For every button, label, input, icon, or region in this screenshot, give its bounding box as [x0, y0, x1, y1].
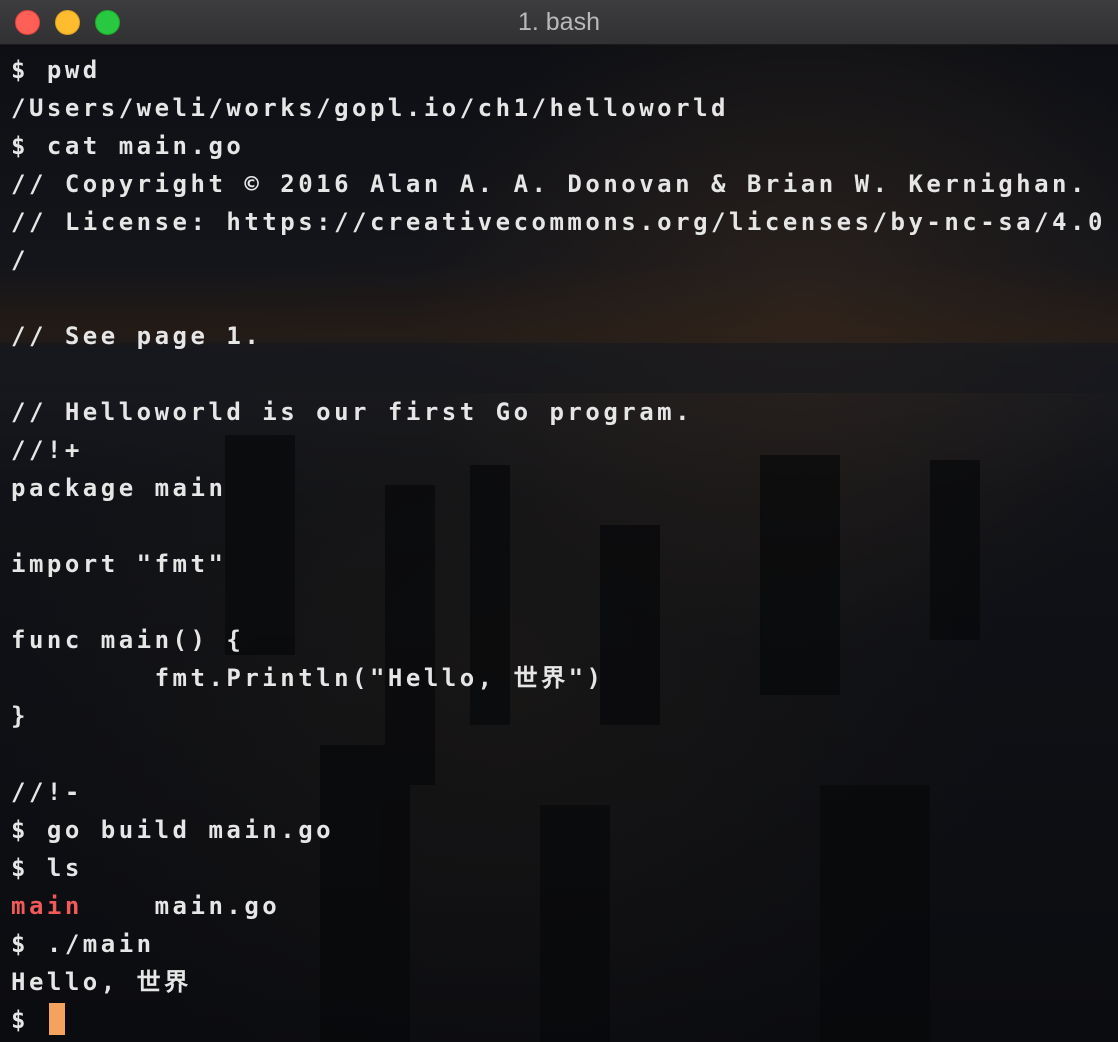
title-bar[interactable]: 1. bash — [0, 0, 1118, 45]
executable-file-name: main — [11, 892, 83, 920]
text-cursor — [48, 1003, 65, 1035]
terminal-line: //!+ — [11, 436, 83, 464]
terminal-output: $ pwd/Users/weli/works/gopl.io/ch1/hello… — [11, 51, 1111, 1039]
terminal-line: func main() { — [11, 626, 245, 654]
terminal-line: /Users/weli/works/gopl.io/ch1/helloworld — [11, 94, 729, 122]
terminal-line: $ cat main.go — [11, 132, 245, 160]
terminal-line: import "fmt" — [11, 550, 227, 578]
terminal-window: 1. bash $ pwd /Users/weli/works/gopl.io/… — [0, 0, 1118, 1042]
terminal-view[interactable]: $ pwd/Users/weli/works/gopl.io/ch1/hello… — [0, 45, 1118, 1042]
terminal-line: } — [11, 702, 29, 730]
terminal-line: //!- — [11, 778, 83, 806]
source-file-name: main.go — [154, 892, 281, 920]
output-lines: $ pwd/Users/weli/works/gopl.io/ch1/hello… — [11, 51, 1111, 887]
terminal-line: fmt.Println("Hello, 世界") — [11, 664, 605, 692]
ls-separator — [83, 892, 155, 920]
terminal-line: / — [11, 246, 29, 274]
terminal-line: $ go build main.go — [11, 816, 335, 844]
terminal-line: $ pwd — [11, 56, 101, 84]
ls-output-line: main main.go — [11, 887, 1111, 925]
terminal-line: Hello, 世界 — [11, 968, 192, 996]
terminal-line: package main — [11, 474, 227, 502]
window-title: 1. bash — [517, 8, 600, 36]
terminal-line: // Helloworld is our first Go program. — [11, 398, 694, 426]
terminal-line: // Copyright © 2016 Alan A. A. Donovan &… — [11, 170, 1088, 198]
prompt: $ — [11, 1006, 47, 1034]
prompt-line[interactable]: $ — [11, 1001, 1111, 1039]
output-lines-after: $ ./main Hello, 世界 — [11, 925, 1111, 1001]
terminal-line: $ ./main — [11, 930, 155, 958]
terminal-line: // See page 1. — [11, 322, 263, 350]
terminal-line: // License: https://creativecommons.org/… — [11, 208, 1106, 236]
terminal-line: $ ls — [11, 854, 83, 882]
